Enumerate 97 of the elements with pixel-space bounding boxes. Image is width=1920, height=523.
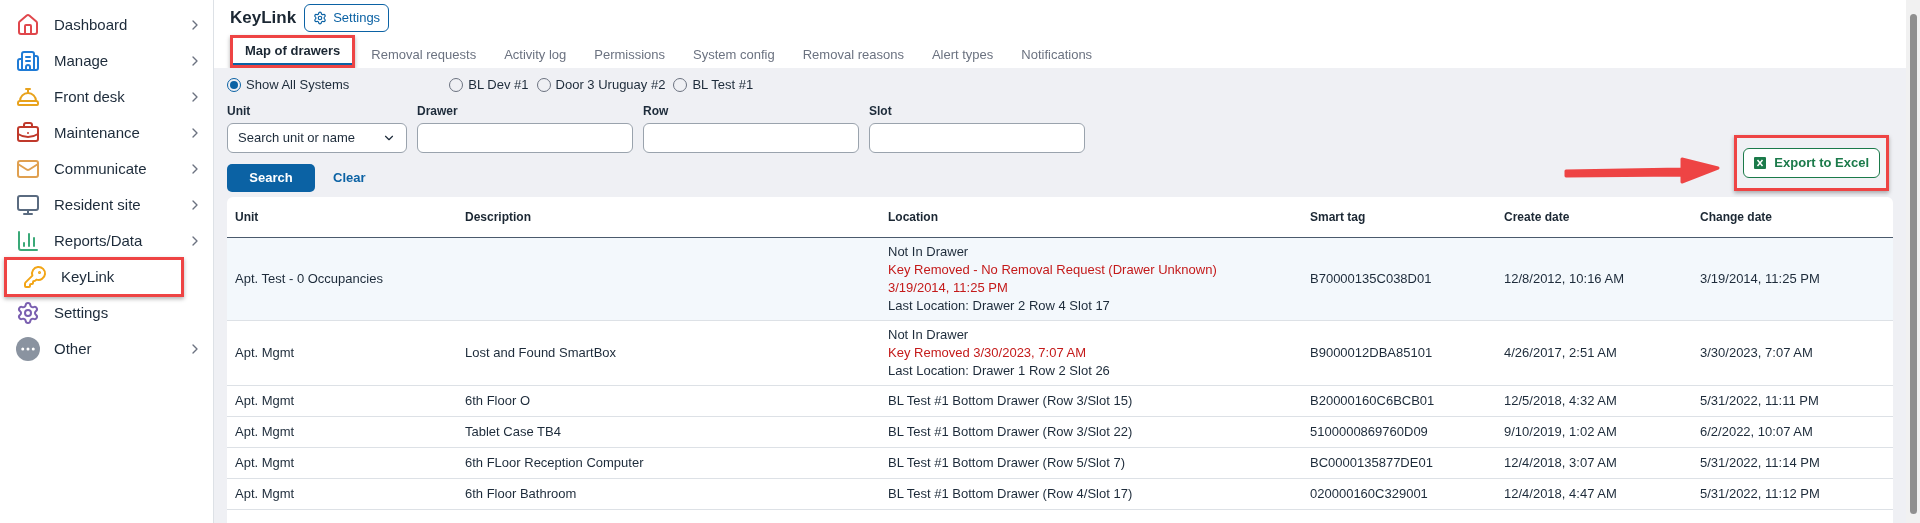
table-cell: 3/30/2023, 7:07 AM <box>1700 344 1813 360</box>
monitor-icon <box>16 193 40 217</box>
column-header: Description <box>457 197 880 237</box>
location-text: Last Location: Drawer 2 Row 4 Slot 17 <box>888 296 1111 315</box>
settings-button[interactable]: Settings <box>304 4 390 32</box>
tab[interactable]: Removal requests <box>359 42 489 68</box>
input-field[interactable] <box>643 123 859 153</box>
table-cell: Apt. Mgmt <box>235 392 295 408</box>
input-field[interactable] <box>417 123 633 153</box>
table-cell: 12/5/2018, 4:32 AM <box>1504 392 1617 408</box>
gear-icon <box>16 301 40 325</box>
tab[interactable]: Activity log <box>492 42 579 68</box>
table-cell: 5/31/2022, 11:11 PM <box>1700 392 1819 408</box>
more-icon <box>16 337 40 361</box>
table-cell: 12/4/2018, 3:07 AM <box>1504 454 1617 470</box>
column-header: Create date <box>1496 197 1692 237</box>
tab[interactable]: Removal reasons <box>790 42 916 68</box>
table-cell: 6th Floor Bathroom <box>465 485 577 501</box>
table-row[interactable]: Apt. Mgmt Lost and Found SmartBox Not In Drawer Key Removed 3/30/2023, 7:07 AM Last Location: Drawer 1 Row 2 Slot 26 B9000012DBA85101 4/26/2017, 2:51 AM 3/30/2023, 7:07 AM <box>227 320 1893 385</box>
location-text: BL Test #1 Bottom Drawer (Row 5/Slot 7) <box>888 453 1126 472</box>
key-icon <box>23 265 47 289</box>
table-cell: 4/26/2017, 2:51 AM <box>1504 344 1617 360</box>
table-cell: 5100000869760D09 <box>1310 423 1428 439</box>
export-button[interactable]: Export to Excel <box>1743 148 1880 178</box>
sidebar-item[interactable]: Settings <box>0 296 213 330</box>
table-cell: 020000160C329001 <box>1310 485 1428 501</box>
sidebar-item[interactable]: KeyLink <box>7 260 181 294</box>
building-icon <box>16 49 40 73</box>
table-row[interactable]: Apt. Mgmt 6th FLoor Reception Computer BL Test #1 Bottom Drawer (Row 5/Slot 7) BC0000135877DE01 12/4/2018, 3:07 AM 5/31/2022, 11:14 PM <box>227 447 1893 478</box>
table-cell: Apt. Mgmt <box>235 485 295 501</box>
table-cell: 12/8/2012, 10:16 AM <box>1504 270 1624 286</box>
tab[interactable]: Notifications <box>1009 42 1105 68</box>
tab[interactable]: Alert types <box>919 42 1006 68</box>
tab[interactable]: Map of drawers <box>233 39 353 65</box>
tab[interactable]: Permissions <box>582 42 678 68</box>
table-row[interactable]: Apt. Mgmt 6th Floor Bathroom BL Test #1 Bottom Drawer (Row 4/Slot 17) 020000160C329001 12/4/2018, 4:47 AM 5/31/2022, 11:12 PM <box>227 478 1893 509</box>
field-label: Slot <box>869 103 893 120</box>
table-cell: 12/4/2018, 4:47 AM <box>1504 485 1617 501</box>
alert-text: Key Removed 3/30/2023, 7:07 AM <box>888 343 1087 362</box>
table-cell: 5/31/2022, 11:14 PM <box>1700 454 1820 470</box>
table-row[interactable]: Apt. Mgmt Tablet Case TB4 BL Test #1 Bottom Drawer (Row 3/Slot 22) 5100000869760D09 9/10/2019, 1:02 AM 6/2/2022, 10:07 AM <box>227 416 1893 447</box>
table-cell: 3/19/2014, 11:25 PM <box>1700 270 1820 286</box>
search-button[interactable]: Search <box>227 164 315 192</box>
unit-select[interactable]: Search unit or name <box>227 123 407 153</box>
sidebar-item[interactable]: Front desk <box>0 80 213 114</box>
table-cell: Apt. Mgmt <box>235 454 295 470</box>
sidebar-item[interactable]: Communicate <box>0 152 213 186</box>
gear-icon <box>313 11 328 25</box>
envelope-icon <box>16 157 40 181</box>
column-header: Change date <box>1692 197 1893 237</box>
table-cell: 6th Floor O <box>465 392 531 408</box>
location-text: BL Test #1 Bottom Drawer (Row 3/Slot 15) <box>888 391 1134 410</box>
table-cell: B9000012DBA85101 <box>1310 344 1433 360</box>
spreadsheet-icon <box>1754 157 1767 169</box>
field-label: Drawer <box>417 103 459 120</box>
sidebar-item[interactable]: Resident site <box>0 188 213 222</box>
radio-option[interactable]: BL Dev #1 <box>449 75 529 95</box>
column-header: Unit <box>227 197 457 237</box>
sidebar-item[interactable]: Manage <box>0 44 213 78</box>
table-cell: Tablet Case TB4 <box>465 423 561 439</box>
table-cell: BC0000135877DE01 <box>1310 454 1433 470</box>
table-cell: 6th FLoor Reception Computer <box>465 454 644 470</box>
radio-option[interactable]: Show All Systems <box>227 75 350 95</box>
radio-option[interactable]: BL Test #1 <box>673 75 754 95</box>
tab[interactable]: System config <box>681 42 787 68</box>
table-cell: Apt. Mgmt <box>235 423 295 439</box>
sidebar-item[interactable]: Maintenance <box>0 116 213 150</box>
column-header: Smart tag <box>1302 197 1496 237</box>
table-cell: Lost and Found SmartBox <box>465 344 617 360</box>
table-cell: B20000160C6BCB01 <box>1310 392 1435 408</box>
sidebar-item[interactable]: Dashboard <box>0 8 213 42</box>
sidebar-item[interactable]: Other <box>0 332 213 366</box>
field-label: Unit <box>227 103 252 120</box>
radio-option[interactable]: Door 3 Uruguay #2 <box>536 75 666 95</box>
bar-chart-icon <box>16 229 40 253</box>
location-text: Not In Drawer <box>888 325 970 344</box>
house-icon <box>16 13 40 37</box>
location-text: BL Test #1 Bottom Drawer (Row 3/Slot 22) <box>888 422 1134 441</box>
location-text: BL Test #1 Bottom Drawer (Row 4/Slot 17) <box>888 484 1134 503</box>
input-field[interactable] <box>869 123 1085 153</box>
field-label: Row <box>643 103 670 120</box>
table-cell: 5/31/2022, 11:12 PM <box>1700 485 1820 501</box>
table-row[interactable]: Apt. Mgmt 6th Floor O BL Test #1 Bottom Drawer (Row 3/Slot 15) B20000160C6BCB01 12/5/2018, 4:32 AM 5/31/2022, 11:11 PM <box>227 385 1893 416</box>
sidebar-item[interactable]: Reports/Data <box>0 224 213 258</box>
table-cell: B70000135C038D01 <box>1310 270 1432 286</box>
location-text: Not In Drawer <box>888 242 970 261</box>
location-text: Last Location: Drawer 1 Row 2 Slot 26 <box>888 361 1111 380</box>
page-title: KeyLink <box>230 7 297 30</box>
table-cell: Apt. Mgmt <box>235 344 295 360</box>
clear-link[interactable]: Clear <box>333 168 366 188</box>
table-cell: 6/2/2022, 10:07 AM <box>1700 423 1813 439</box>
table-cell: Apt. Test - 0 Occupancies <box>235 270 383 286</box>
table-cell: 9/10/2019, 1:02 AM <box>1504 423 1617 439</box>
column-header: Location <box>880 197 1302 237</box>
alert-text: Key Removed - No Removal Request (Drawer Unknown) 3/19/2014, 11:25 PM <box>888 260 1218 297</box>
toolbox-icon <box>16 121 40 145</box>
bell-icon <box>16 85 40 109</box>
